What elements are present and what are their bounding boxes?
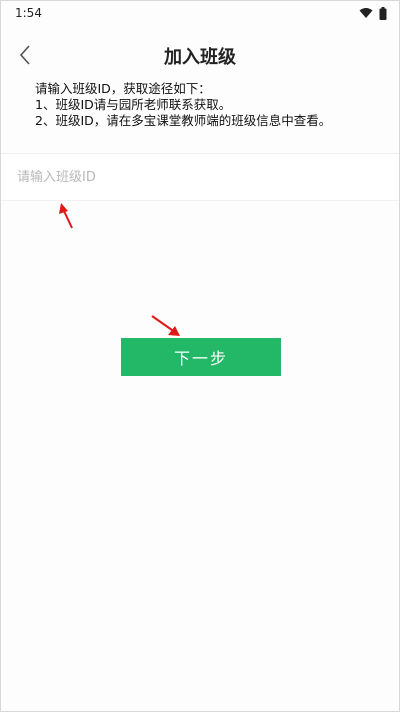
class-id-input[interactable]	[1, 154, 399, 200]
next-button[interactable]: 下一步	[121, 338, 281, 376]
annotation-arrow-icon	[59, 203, 73, 229]
instruction-line: 2、班级ID，请在多宝课堂教师端的班级信息中查看。	[35, 113, 332, 128]
wifi-icon	[359, 8, 373, 18]
page-title: 加入班级	[164, 47, 236, 68]
status-bar: 1:54	[1, 1, 399, 25]
instructions: 请输入班级ID，获取途径如下： 1、班级ID请与园所老师联系获取。 2、班级ID…	[35, 81, 365, 129]
class-id-field-container	[1, 153, 399, 201]
instruction-line: 请输入班级ID，获取途径如下：	[35, 81, 211, 96]
annotation-arrow-icon	[151, 315, 180, 336]
battery-icon	[379, 6, 387, 20]
status-time: 1:54	[15, 6, 42, 20]
instruction-line: 1、班级ID请与园所老师联系获取。	[35, 97, 232, 112]
app-bar: 加入班级	[1, 35, 399, 75]
status-icons	[359, 6, 387, 20]
